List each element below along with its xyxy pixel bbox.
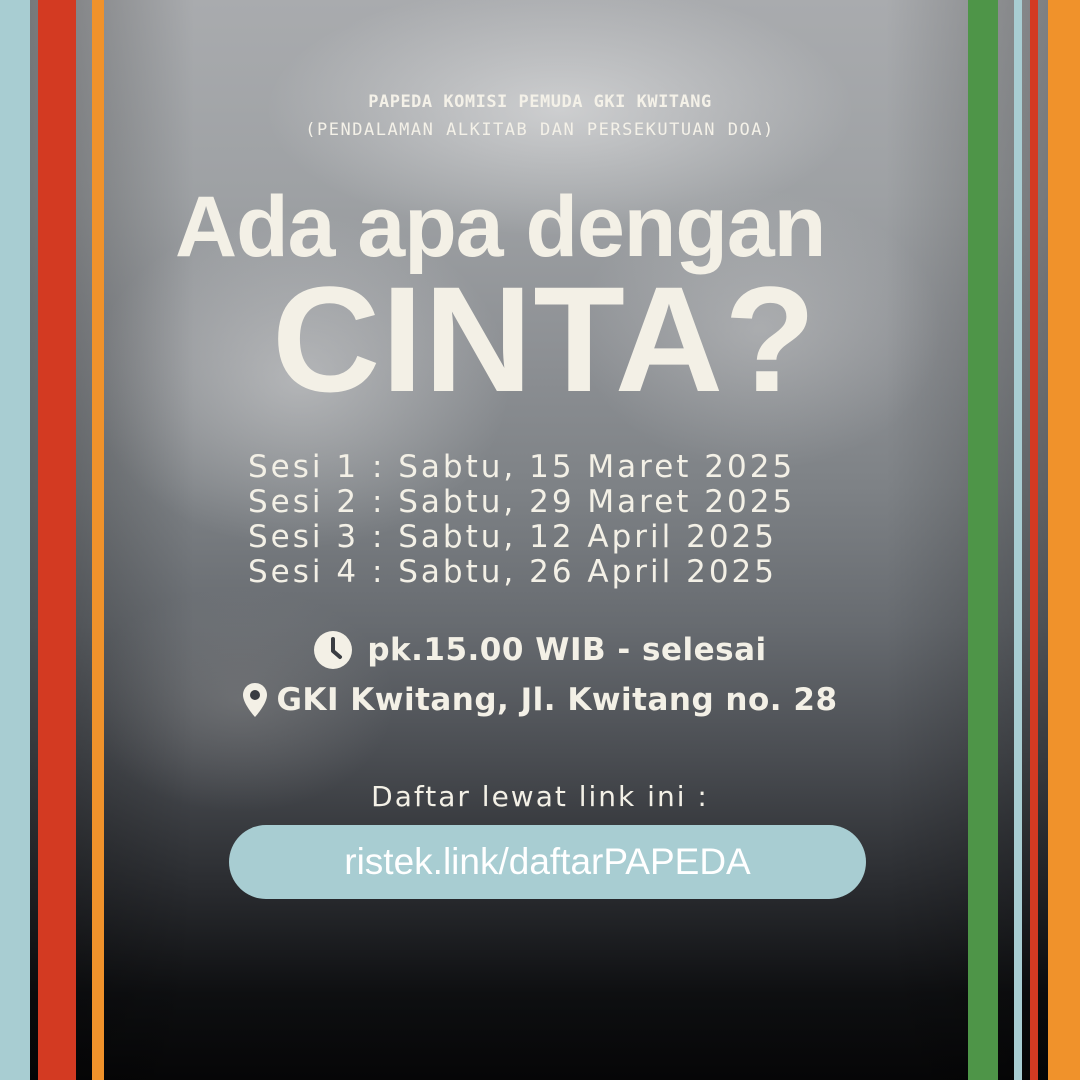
right-stripe-red [1030, 0, 1038, 1080]
left-stripe-red [38, 0, 76, 1080]
organizer-title: PAPEDA KOMISI PEMUDA GKI KWITANG [368, 92, 712, 112]
right-stripe-blue [1014, 0, 1022, 1080]
session-item: Sesi 3 : Sabtu, 12 April 2025 [248, 519, 778, 555]
right-stripe-orange [1048, 0, 1080, 1080]
registration-link-button[interactable]: ristek.link/daftarPAPEDA [229, 825, 866, 899]
time-text: pk.15.00 WIB - selesai [367, 632, 767, 668]
session-item: Sesi 4 : Sabtu, 26 April 2025 [248, 554, 778, 590]
map-pin-icon [242, 682, 268, 718]
session-item: Sesi 1 : Sabtu, 15 Maret 2025 [248, 449, 796, 485]
session-list: Sesi 1 : Sabtu, 15 Maret 2025 Sesi 2 : S… [248, 450, 795, 590]
poster: PAPEDA KOMISI PEMUDA GKI KWITANG (PENDAL… [0, 0, 1080, 1080]
right-stripe-green [968, 0, 998, 1080]
location-text: GKI Kwitang, Jl. Kwitang no. 28 [276, 682, 838, 718]
location-info: GKI Kwitang, Jl. Kwitang no. 28 [0, 682, 1080, 718]
register-label: Daftar lewat link ini : [371, 780, 709, 813]
headline-line-2: CINTA? [272, 255, 817, 423]
time-info: pk.15.00 WIB - selesai [0, 630, 1080, 670]
session-item: Sesi 2 : Sabtu, 29 Maret 2025 [248, 484, 796, 520]
left-stripe-orange [92, 0, 104, 1080]
organizer-subtitle: (PENDALAMAN ALKITAB DAN PERSEKUTUAN DOA) [305, 120, 775, 140]
registration-link-text: ristek.link/daftarPAPEDA [344, 841, 751, 882]
left-stripe-blue [0, 0, 30, 1080]
clock-icon [313, 630, 353, 670]
